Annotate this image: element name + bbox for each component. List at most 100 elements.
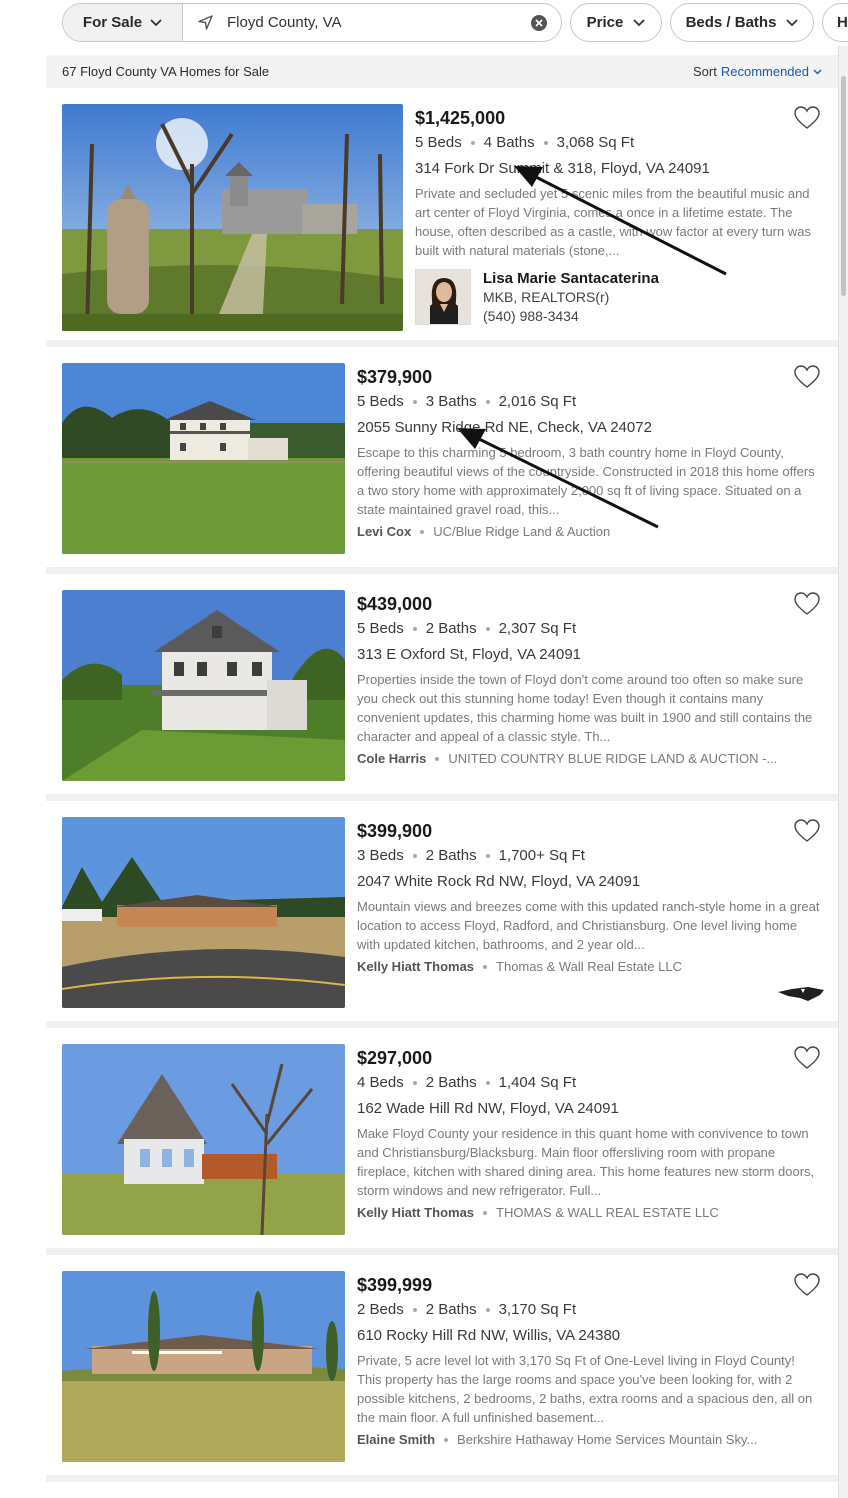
listing-price: $297,000 xyxy=(357,1048,433,1068)
listing-description: Properties inside the town of Floyd don'… xyxy=(357,672,813,744)
for-sale-label: For Sale xyxy=(82,14,143,31)
listing-baths: 3 Baths xyxy=(425,393,477,410)
brokerage-logo-icon xyxy=(778,987,824,1001)
listing-info: $1,425,000 5 Beds 4 Baths 3,068 Sq Ft 31… xyxy=(415,106,823,326)
agent-company: THOMAS & WALL REAL ESTATE LLC xyxy=(496,1205,719,1220)
listing-photo[interactable] xyxy=(62,104,403,331)
listing-address[interactable]: 162 Wade Hill Rd NW, Floyd, VA 24091 xyxy=(357,1097,822,1121)
filter-bar: For Sale Price Beds / Baths H xyxy=(0,0,848,46)
listing-photo[interactable] xyxy=(62,817,345,1008)
listing-specs: 4 Beds 2 Baths 1,404 Sq Ft xyxy=(357,1071,822,1095)
listing-specs: 3 Beds 2 Baths 1,700+ Sq Ft xyxy=(357,844,822,868)
beds-baths-filter-label: Beds / Baths xyxy=(685,14,777,31)
listing-info: $399,999 2 Beds 2 Baths 3,170 Sq Ft 610 … xyxy=(357,1273,822,1447)
separator-dot xyxy=(485,854,490,858)
chevron-down-icon xyxy=(633,18,645,26)
chevron-down-icon xyxy=(150,18,162,26)
listing-address[interactable]: 2047 White Rock Rd NW, Floyd, VA 24091 xyxy=(357,870,822,894)
map-edge xyxy=(838,46,848,1498)
price-filter-label: Price xyxy=(586,14,624,31)
favorite-heart-icon[interactable] xyxy=(794,1046,820,1070)
favorite-heart-icon[interactable] xyxy=(794,106,820,130)
sort-label: Sort xyxy=(693,64,717,79)
listing-sqft: 1,700+ Sq Ft xyxy=(498,847,585,864)
home-type-filter-label: H xyxy=(837,14,848,31)
location-search-input[interactable] xyxy=(227,14,517,31)
separator-dot xyxy=(412,1081,417,1085)
listing-card[interactable]: $439,000 5 Beds 2 Baths 2,307 Sq Ft 313 … xyxy=(46,574,838,801)
listing-photo[interactable] xyxy=(62,590,345,781)
listing-description: Mountain views and breezes come with thi… xyxy=(357,899,820,952)
listing-baths: 4 Baths xyxy=(483,134,535,151)
listing-card[interactable]: $379,900 5 Beds 3 Baths 2,016 Sq Ft 2055… xyxy=(46,347,838,574)
location-arrow-icon xyxy=(197,14,215,32)
listing-sqft: 1,404 Sq Ft xyxy=(498,1074,577,1091)
favorite-heart-icon[interactable] xyxy=(794,819,820,843)
listing-sqft: 2,016 Sq Ft xyxy=(498,393,577,410)
separator-dot xyxy=(483,1210,488,1215)
separator-dot xyxy=(485,1308,490,1312)
home-type-filter-button[interactable]: H xyxy=(822,3,848,42)
listing-address[interactable]: 2055 Sunny Ridge Rd NE, Check, VA 24072 xyxy=(357,416,822,440)
favorite-heart-icon[interactable] xyxy=(794,1273,820,1297)
separator-dot xyxy=(543,141,548,145)
listing-agent: Cole Harris UNITED COUNTRY BLUE RIDGE LA… xyxy=(357,751,822,766)
listing-specs: 5 Beds 3 Baths 2,016 Sq Ft xyxy=(357,390,822,414)
agent-company: Berkshire Hathaway Home Services Mountai… xyxy=(457,1432,758,1447)
favorite-heart-icon[interactable] xyxy=(794,365,820,389)
listing-specs: 2 Beds 2 Baths 3,170 Sq Ft xyxy=(357,1298,822,1322)
agent-name: Lisa Marie Santacaterina xyxy=(483,270,659,287)
listing-address[interactable]: 314 Fork Dr Summit & 318, Floyd, VA 2409… xyxy=(415,157,823,181)
listing-description: Make Floyd County your residence in this… xyxy=(357,1126,815,1198)
separator-dot xyxy=(435,756,440,761)
listing-photo[interactable] xyxy=(62,363,345,554)
listing-card[interactable]: $1,425,000 5 Beds 4 Baths 3,068 Sq Ft 31… xyxy=(46,88,838,347)
listing-beds: 5 Beds xyxy=(357,620,404,637)
favorite-heart-icon[interactable] xyxy=(794,592,820,616)
listing-beds: 3 Beds xyxy=(357,847,404,864)
listing-price: $1,425,000 xyxy=(415,108,506,128)
separator-dot xyxy=(412,1308,417,1312)
listing-description: Private and secluded yet 5 scenic miles … xyxy=(415,186,811,258)
listing-card[interactable]: $399,999 2 Beds 2 Baths 3,170 Sq Ft 610 … xyxy=(46,1255,838,1482)
listing-sqft: 3,170 Sq Ft xyxy=(498,1301,577,1318)
listing-baths: 2 Baths xyxy=(425,620,477,637)
price-filter-button[interactable]: Price xyxy=(570,3,662,42)
separator-dot xyxy=(485,400,490,404)
separator-dot xyxy=(420,529,425,534)
listing-baths: 2 Baths xyxy=(425,1074,477,1091)
listing-price: $379,900 xyxy=(357,367,433,387)
separator-dot xyxy=(412,627,417,631)
agent-card[interactable]: Lisa Marie Santacaterina MKB, REALTORS(r… xyxy=(415,269,823,326)
agent-company: MKB, REALTORS(r) xyxy=(483,289,610,305)
beds-baths-filter-button[interactable]: Beds / Baths xyxy=(670,3,814,42)
sort-value: Recommended xyxy=(720,64,809,79)
separator-dot xyxy=(412,400,417,404)
agent-name: Kelly Hiatt Thomas xyxy=(357,959,475,974)
for-sale-dropdown[interactable]: For Sale xyxy=(63,4,183,41)
listing-specs: 5 Beds 2 Baths 2,307 Sq Ft xyxy=(357,617,822,641)
listing-address[interactable]: 313 E Oxford St, Floyd, VA 24091 xyxy=(357,643,822,667)
agent-name: Levi Cox xyxy=(357,524,412,539)
listing-info: $379,900 5 Beds 3 Baths 2,016 Sq Ft 2055… xyxy=(357,365,822,539)
sort-dropdown[interactable]: Sort Recommended xyxy=(693,64,822,79)
separator-dot xyxy=(485,1081,490,1085)
listing-baths: 2 Baths xyxy=(425,1301,477,1318)
listing-address[interactable]: 610 Rocky Hill Rd NW, Willis, VA 24380 xyxy=(357,1324,822,1348)
listing-card[interactable]: $399,900 3 Beds 2 Baths 1,700+ Sq Ft 204… xyxy=(46,801,838,1028)
scrollbar[interactable] xyxy=(841,76,846,296)
listing-price: $439,000 xyxy=(357,594,433,614)
clear-search-icon[interactable] xyxy=(531,15,547,31)
separator-dot xyxy=(470,141,475,145)
listing-card[interactable]: $297,000 4 Beds 2 Baths 1,404 Sq Ft 162 … xyxy=(46,1028,838,1255)
listing-info: $439,000 5 Beds 2 Baths 2,307 Sq Ft 313 … xyxy=(357,592,822,766)
listing-info: $297,000 4 Beds 2 Baths 1,404 Sq Ft 162 … xyxy=(357,1046,822,1220)
agent-phone[interactable]: (540) 988-3434 xyxy=(483,307,659,326)
listing-photo[interactable] xyxy=(62,1271,345,1462)
agent-avatar xyxy=(415,269,471,325)
listing-photo[interactable] xyxy=(62,1044,345,1235)
listing-info: $399,900 3 Beds 2 Baths 1,700+ Sq Ft 204… xyxy=(357,819,822,974)
listing-baths: 2 Baths xyxy=(425,847,477,864)
listing-description: Private, 5 acre level lot with 3,170 Sq … xyxy=(357,1353,813,1425)
listing-beds: 2 Beds xyxy=(357,1301,404,1318)
